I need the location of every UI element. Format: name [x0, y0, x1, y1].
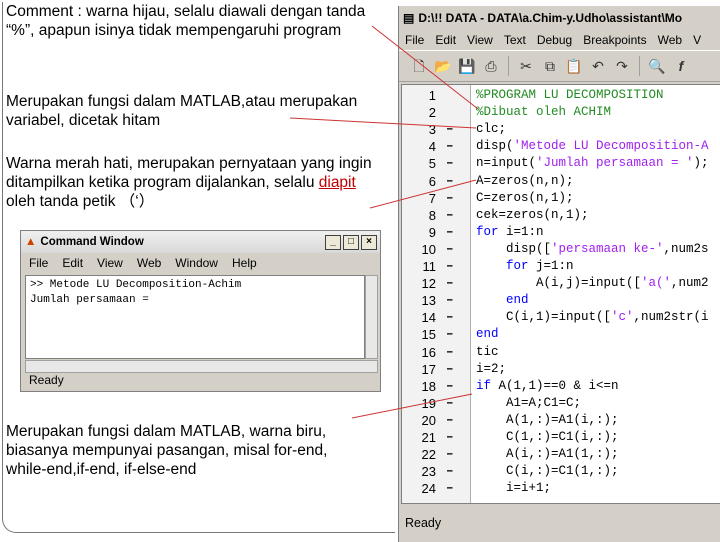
- callout-line-comment: [371, 25, 479, 110]
- callout-line-function: [289, 117, 477, 129]
- callout-line-keyword: [351, 393, 473, 419]
- callout-lines: [289, 25, 479, 419]
- callout-line-string: [369, 179, 477, 209]
